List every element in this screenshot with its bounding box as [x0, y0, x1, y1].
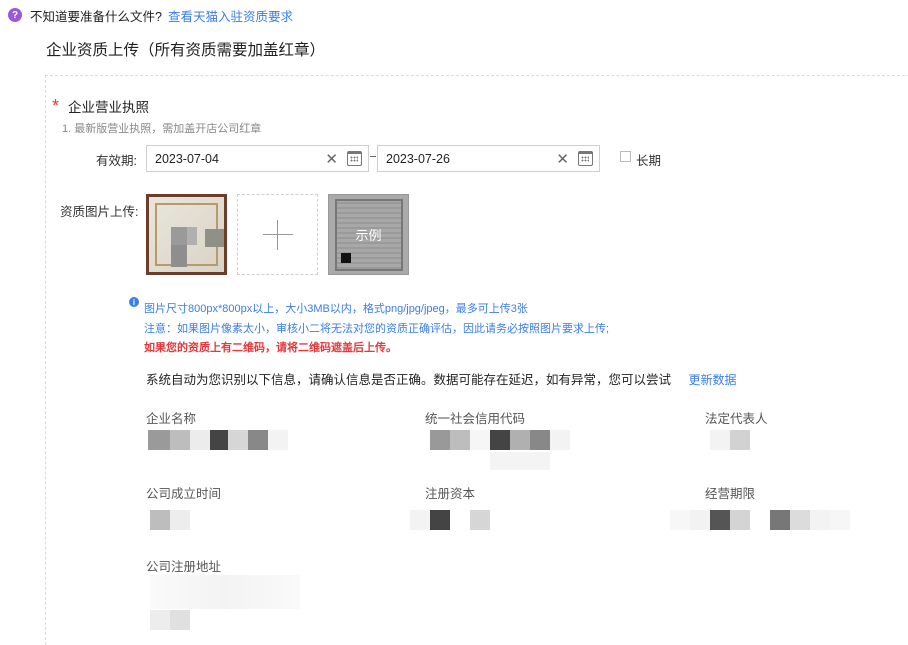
license-subtitle: 1. 最新版营业执照，需加盖开店公司红章 — [62, 123, 262, 135]
info-circle-icon: i — [129, 297, 139, 307]
end-date-value: 2023-07-26 — [386, 151, 450, 166]
start-date-value: 2023-07-04 — [155, 151, 219, 166]
quality-tip: 注意：如果图片像素太小，审核小二将无法对您的资质正确评估，因此请务必按照图片要求… — [144, 323, 610, 335]
capital-value — [410, 510, 490, 530]
end-date-input[interactable]: 2023-07-26 ✕ — [377, 145, 600, 172]
address-value-blur — [150, 610, 190, 630]
add-image-button[interactable] — [237, 194, 318, 275]
calendar-icon[interactable] — [347, 151, 362, 166]
long-term-checkbox[interactable] — [620, 151, 631, 162]
company-name-value — [148, 430, 288, 450]
established-label: 公司成立时间 — [146, 487, 222, 501]
upload-label: 资质图片上传: — [60, 205, 139, 219]
required-mark: * — [52, 96, 60, 116]
sample-license-image[interactable]: 示例 — [328, 194, 409, 275]
term-label: 经营期限 — [705, 487, 756, 501]
auto-recognition-message: 系统自动为您识别以下信息，请确认信息是否正确。数据可能存在延迟，如有异常，您可以… — [146, 373, 672, 387]
help-question-text: 不知道要准备什么文件? — [30, 9, 162, 24]
company-name-label: 企业名称 — [146, 412, 197, 426]
page-title: 企业资质上传（所有资质需要加盖红章） — [46, 42, 326, 59]
uploaded-license-thumbnail[interactable] — [146, 194, 227, 275]
credit-code-value — [430, 430, 570, 450]
question-circle-icon: ? — [8, 8, 22, 22]
plus-icon — [262, 219, 293, 250]
validity-label: 有效期: — [96, 154, 137, 168]
date-range-separator — [370, 156, 376, 157]
address-label: 公司注册地址 — [146, 560, 222, 574]
start-date-input[interactable]: 2023-07-04 ✕ — [146, 145, 369, 172]
long-term-label[interactable]: 长期 — [636, 150, 661, 169]
size-tip: 图片尺寸800px*800px以上，大小3MB以内，格式png/jpg/jpeg… — [144, 303, 528, 315]
term-value — [670, 510, 850, 530]
capital-label: 注册资本 — [425, 487, 476, 501]
credit-code-label: 统一社会信用代码 — [425, 412, 526, 426]
requirements-link[interactable]: 查看天猫入驻资质要求 — [168, 6, 293, 25]
address-value — [150, 575, 300, 609]
legal-rep-label: 法定代表人 — [705, 412, 768, 426]
close-icon[interactable]: ✕ — [556, 150, 569, 168]
credit-code-value-blur — [490, 452, 550, 472]
refresh-data-link[interactable]: 更新数据 — [689, 373, 737, 387]
sample-label: 示例 — [355, 228, 382, 243]
help-bar: ? 不知道要准备什么文件? 查看天猫入驻资质要求 — [8, 6, 293, 24]
established-value — [150, 510, 190, 530]
legal-rep-value — [710, 430, 750, 450]
auto-recognition-text: 系统自动为您识别以下信息，请确认信息是否正确。数据可能存在延迟，如有异常，您可以… — [146, 369, 737, 388]
calendar-icon[interactable] — [578, 151, 593, 166]
close-icon[interactable]: ✕ — [325, 150, 338, 168]
license-title: 企业营业执照 — [68, 100, 149, 115]
qr-warning: 如果您的资质上有二维码，请将二维码遮盖后上传。 — [144, 342, 397, 354]
